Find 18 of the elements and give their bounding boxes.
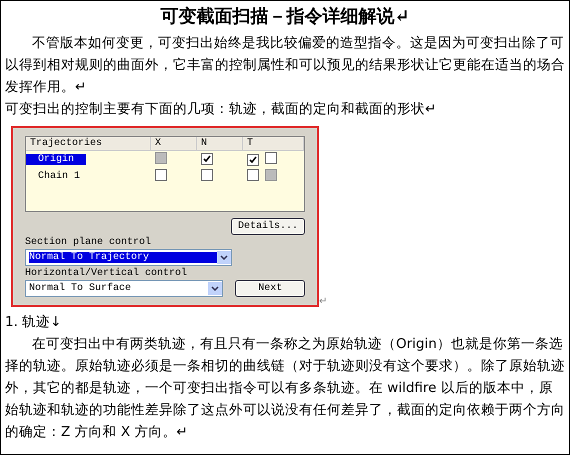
document-title: 可变截面扫描－指令详细解说↵	[159, 5, 411, 28]
trajectory-item[interactable]: Chain 1	[26, 171, 92, 182]
dropdown[interactable]: Normal To Surface	[25, 280, 224, 297]
field-label: Horizontal/Vertical control	[25, 268, 188, 279]
column-header: N	[197, 137, 243, 150]
paragraph: 在可变扫出中有两类轨迹，有且只有一条称之为原始轨迹（Origin）也就是你第一条选择的轨迹。原始轨迹必须是一条相切的曲线链（对于轨迹则没有这个要求）。除了原始轨迹外，其它的都是轨迹，一个可变扫出指令可以有多条轨迹。在 wildfire 以后的版本中，原始轨迹和轨迹的功能性差异除了这点外可以说没有任何差异了，截面的定向依赖于两个方向的确定：Z 方向和 X 方向。↵	[5, 335, 565, 442]
section-heading: 1. 轨迹↓	[5, 313, 62, 332]
column-header: T	[243, 137, 304, 150]
column-header: Trajectories	[26, 137, 151, 150]
column-header: X	[151, 137, 197, 150]
dropdown[interactable]: Normal To Trajectory	[25, 249, 232, 266]
trajectory-item[interactable]: Origin	[26, 154, 86, 165]
field-label: Section plane control	[25, 237, 152, 248]
details-button[interactable]: Details...	[230, 218, 305, 235]
paragraph: 不管版本如何变更，可变扫出始终是我比较偏爱的造型指令。这是因为可变扫出除了可以得到相对规则的曲面外，它丰富的控制属性和可以预见的结果形状让它更能在适当的场合发挥作用。↵	[5, 34, 565, 97]
paragraph-mark: ↵	[319, 296, 328, 307]
paragraph: 可变扫出的控制主要有下面的几项：轨迹，截面的定向和截面的形状↵	[5, 100, 438, 119]
next-button[interactable]: Next	[235, 280, 305, 297]
